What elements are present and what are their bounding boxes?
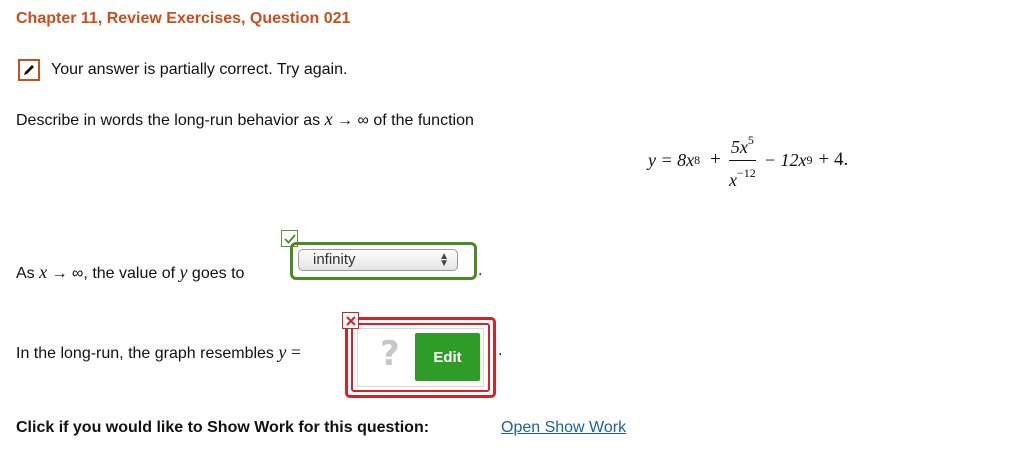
- q2-equals: =: [286, 342, 302, 362]
- q2-text: In the long-run, the graph resembles: [16, 345, 279, 362]
- q1-goes-to: goes to: [187, 265, 249, 282]
- prompt-text-before: Describe in words the long-run behavior …: [16, 112, 325, 129]
- q2-y: y: [278, 342, 287, 362]
- selected-value: infinity: [313, 251, 356, 268]
- answer-select-container: infinity ▲ ▼: [290, 242, 477, 280]
- feedback-message: Your answer is partially correct. Try ag…: [51, 61, 348, 78]
- q2-period: .: [498, 342, 503, 359]
- page-title: Chapter 11, Review Exercises, Question 0…: [16, 10, 351, 27]
- arrow: →: [332, 112, 358, 129]
- q1-period: .: [478, 262, 483, 279]
- question1-row: As x → ∞, the value of y goes to: [16, 262, 249, 283]
- prompt-text-after: of the function: [368, 112, 474, 129]
- equation-answer-container: ? Edit: [345, 317, 496, 398]
- question-prompt: Describe in words the long-run behavior …: [16, 109, 474, 130]
- function-formula: y = 8x 8 + 5x5 x−12 − 12x 9 + 4.: [648, 130, 848, 190]
- updown-arrows-icon: ▲ ▼: [439, 251, 449, 269]
- formula-tail: + 4.: [818, 149, 849, 170]
- fraction-numerator: 5x: [730, 136, 748, 157]
- infinity-symbol: ∞: [357, 112, 369, 129]
- answer-select[interactable]: infinity ▲ ▼: [298, 249, 458, 271]
- x-icon: [342, 312, 359, 329]
- variable-x: x: [324, 109, 333, 129]
- denominator-exp: −12: [736, 165, 756, 180]
- question-mark-icon: ?: [380, 334, 400, 374]
- edit-button[interactable]: Edit: [415, 333, 480, 381]
- formula-minus-term: − 12x: [763, 149, 807, 170]
- formula-lhs: y = 8x: [648, 149, 695, 170]
- question2-row: In the long-run, the graph resembles y =: [16, 342, 301, 363]
- formula-exp3: 9: [806, 152, 813, 167]
- q1-arrow: →: [47, 265, 73, 282]
- formula-exp1: 8: [694, 152, 701, 167]
- equation-answer-box[interactable]: ? Edit: [357, 328, 484, 387]
- q1-y: y: [179, 262, 188, 282]
- fraction-denominator: x: [728, 169, 737, 190]
- show-work-label: Click if you would like to Show Work for…: [16, 419, 430, 436]
- formula-plus: +: [710, 149, 721, 170]
- q1-as: As: [16, 265, 40, 282]
- open-show-work-link[interactable]: Open Show Work: [501, 419, 626, 437]
- q1-text: , the value of: [83, 265, 180, 282]
- pencil-icon: [18, 59, 40, 81]
- numerator-exp: 5: [747, 132, 754, 147]
- q1-infinity: ∞: [72, 265, 84, 282]
- formula-fraction: 5x5 x−12: [728, 130, 756, 191]
- q1-x: x: [39, 262, 48, 282]
